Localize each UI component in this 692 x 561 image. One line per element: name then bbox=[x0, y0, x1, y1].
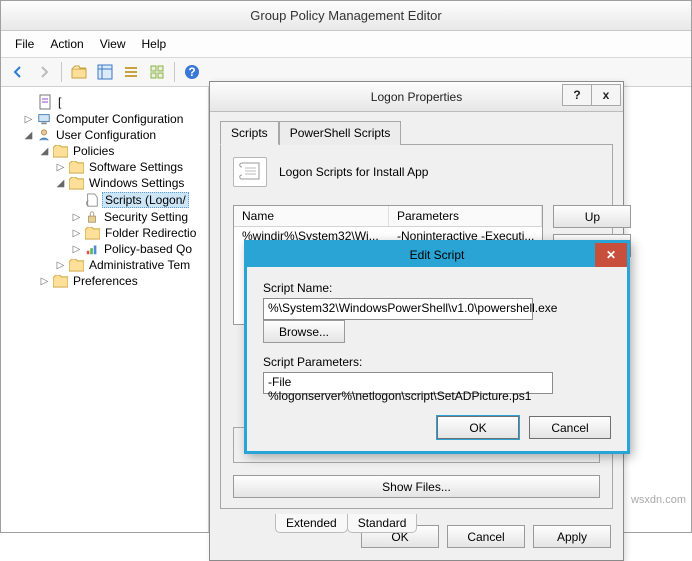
cancel-button[interactable]: Cancel bbox=[447, 525, 525, 548]
menu-view[interactable]: View bbox=[94, 35, 132, 53]
tree-scripts[interactable]: Scripts (Logon/ bbox=[71, 191, 206, 209]
list-header: Name Parameters bbox=[234, 206, 542, 227]
folder-icon bbox=[53, 145, 68, 158]
back-button[interactable] bbox=[7, 61, 29, 83]
watermark: wsxdn.com bbox=[631, 494, 686, 506]
grid-icon[interactable] bbox=[146, 61, 168, 83]
edit-script-dialog: Edit Script ✕ Script Name: %\System32\Wi… bbox=[244, 240, 630, 454]
computer-icon bbox=[37, 112, 51, 126]
tab-powershell-scripts[interactable]: PowerShell Scripts bbox=[279, 121, 402, 145]
window-title: Group Policy Management Editor bbox=[1, 1, 691, 31]
tree-pane[interactable]: [ ▷Computer Configuration ◢User Configur… bbox=[1, 87, 209, 532]
tree-folder-redirection[interactable]: ▷Folder Redirectio bbox=[71, 225, 206, 241]
folder-up-icon[interactable] bbox=[68, 61, 90, 83]
edit-title: Edit Script ✕ bbox=[247, 243, 627, 267]
doc-icon bbox=[37, 94, 53, 110]
logon-tabstrip: Scripts PowerShell Scripts bbox=[210, 112, 623, 144]
edit-cancel-button[interactable]: Cancel bbox=[529, 416, 611, 439]
menu-action[interactable]: Action bbox=[44, 35, 89, 53]
tree-policies[interactable]: ◢Policies bbox=[39, 143, 206, 159]
tree-root[interactable]: [ bbox=[23, 93, 206, 111]
tab-scripts[interactable]: Scripts bbox=[220, 121, 279, 145]
tree-policy-qos[interactable]: ▷Policy-based Qo bbox=[71, 241, 206, 257]
label-script-params: Script Parameters: bbox=[263, 355, 611, 369]
user-icon bbox=[37, 128, 51, 142]
logon-title: Logon Properties ? x bbox=[210, 82, 623, 112]
tab-extended[interactable]: Extended bbox=[275, 514, 348, 533]
tree-computer-config[interactable]: ▷Computer Configuration bbox=[23, 111, 206, 127]
menu-help[interactable]: Help bbox=[136, 35, 173, 53]
label-script-name: Script Name: bbox=[263, 281, 611, 295]
tree-security-settings[interactable]: ▷Security Setting bbox=[71, 209, 206, 225]
dialog-close-button[interactable]: x bbox=[591, 84, 621, 106]
script-name-input[interactable]: %\System32\WindowsPowerShell\v1.0\powers… bbox=[263, 298, 533, 320]
qos-icon bbox=[85, 242, 99, 256]
tree-windows-settings[interactable]: ◢Windows Settings bbox=[55, 175, 206, 191]
details-icon[interactable] bbox=[120, 61, 142, 83]
tree-preferences[interactable]: ▷Preferences bbox=[39, 273, 206, 289]
tree-software-settings[interactable]: ▷Software Settings bbox=[55, 159, 206, 175]
folder-icon bbox=[85, 227, 100, 240]
col-name[interactable]: Name bbox=[234, 206, 389, 226]
menubar: File Action View Help bbox=[1, 31, 691, 58]
list-view-icon[interactable] bbox=[94, 61, 116, 83]
script-icon bbox=[85, 193, 99, 207]
script-params-input[interactable]: -File %logonserver%\netlogon\script\SetA… bbox=[263, 372, 553, 394]
logon-heading: Logon Scripts for Install App bbox=[279, 165, 428, 179]
show-files-button[interactable]: Show Files... bbox=[233, 475, 600, 498]
menu-file[interactable]: File bbox=[9, 35, 40, 53]
edit-ok-button[interactable]: OK bbox=[437, 416, 519, 439]
folder-icon bbox=[69, 161, 84, 174]
folder-icon bbox=[69, 177, 84, 190]
scroll-icon bbox=[233, 157, 267, 187]
tree-user-config[interactable]: ◢User Configuration bbox=[23, 127, 206, 143]
col-parameters[interactable]: Parameters bbox=[389, 206, 542, 226]
apply-button[interactable]: Apply bbox=[533, 525, 611, 548]
up-button[interactable]: Up bbox=[553, 205, 631, 228]
forward-button[interactable] bbox=[33, 61, 55, 83]
bottom-tabs: Extended Standard bbox=[275, 514, 416, 533]
tree-admin-templates[interactable]: ▷Administrative Tem bbox=[55, 257, 206, 273]
tab-standard[interactable]: Standard bbox=[347, 514, 418, 533]
folder-icon bbox=[69, 259, 84, 272]
lock-setting-icon bbox=[85, 210, 99, 224]
browse-button[interactable]: Browse... bbox=[263, 320, 345, 343]
svg-text:?: ? bbox=[188, 65, 195, 79]
dialog-help-button[interactable]: ? bbox=[562, 84, 592, 106]
help-icon[interactable]: ? bbox=[181, 61, 203, 83]
close-icon[interactable]: ✕ bbox=[595, 243, 627, 267]
folder-icon bbox=[53, 275, 68, 288]
